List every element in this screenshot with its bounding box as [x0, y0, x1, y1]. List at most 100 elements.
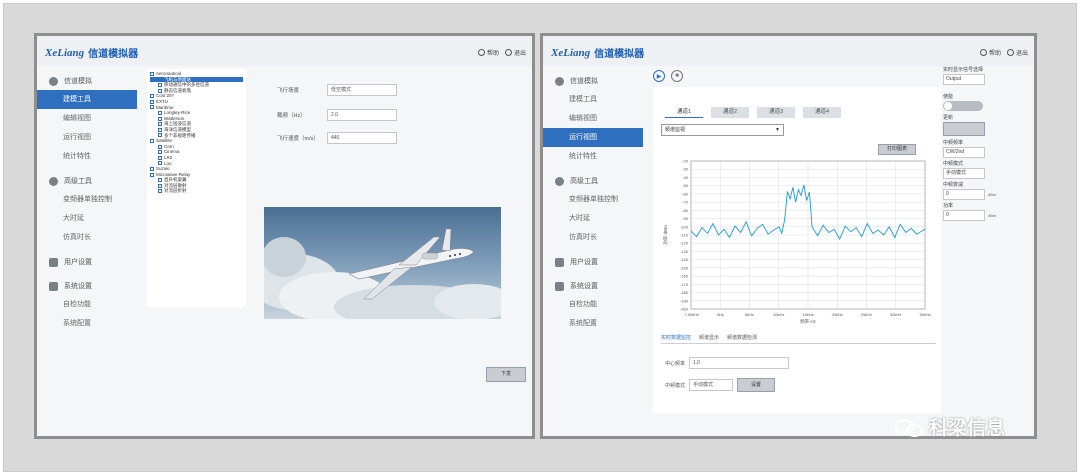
- file-icon: [158, 83, 162, 87]
- sidebar-item-edit-view[interactable]: 编辑视图: [37, 109, 137, 128]
- section-label: 信道模拟: [570, 78, 598, 85]
- monitor-icon: [49, 281, 58, 291]
- carrier-field[interactable]: 2.0: [327, 109, 397, 121]
- y-tick-label: -130: [680, 249, 689, 254]
- tab-channel-1[interactable]: 通道1: [665, 107, 703, 118]
- tree-node-label: 海洋信道模型: [164, 126, 191, 132]
- sidebar-item-run-view[interactable]: 运行视图: [543, 128, 643, 147]
- tree-node-label: 多个非视距传播: [164, 132, 196, 138]
- sidebar-item-converter[interactable]: 变频器单独控制: [37, 190, 137, 209]
- exit-label: 退出: [513, 51, 526, 57]
- tree-node-label: LR2: [164, 154, 173, 160]
- form-row-carrier: 载频（Hz） 2.0: [277, 109, 397, 121]
- tab-realtime-monitor[interactable]: 实时数据监控: [661, 334, 691, 341]
- file-icon: [158, 161, 162, 166]
- sidebar-item-sim-duration[interactable]: 仿真时长: [37, 228, 137, 247]
- folder-icon: [150, 138, 154, 143]
- sidebar-section-advanced[interactable]: 高级工具: [543, 172, 643, 190]
- sidebar-item-modeling[interactable]: 建模工具: [543, 90, 643, 109]
- if-atten-field[interactable]: 0: [943, 189, 985, 200]
- sidebar-item-modeling[interactable]: 建模工具: [37, 90, 137, 109]
- y-tick-label: -190: [680, 298, 689, 303]
- exit-link[interactable]: 退出: [504, 48, 526, 57]
- channel-model-tree[interactable]: Aeronautical 飞机与地面站 移动通信中的多径信道 静态信道衰落 Cost 2…: [147, 69, 246, 307]
- y-tick-label: -100: [680, 224, 689, 229]
- display-mode-select[interactable]: 频谱监视 ▼: [661, 124, 784, 136]
- tab-channel-4[interactable]: 通道4: [803, 107, 841, 118]
- bottom-tabs: 实时数据监控 频谱显示 频谱数据检测: [661, 334, 757, 341]
- y-tick-label: -20: [682, 159, 689, 164]
- tree-node-label: 移动通信中的多径信道: [164, 82, 209, 88]
- folder-icon: [150, 71, 154, 76]
- output-select[interactable]: Output: [943, 74, 985, 85]
- help-label: 帮助: [486, 51, 499, 57]
- sidebar-section-channel[interactable]: 信道模拟: [543, 72, 643, 90]
- sidebar-item-system-config[interactable]: 系统配置: [37, 314, 137, 333]
- sidebar-section-system[interactable]: 系统设置: [37, 277, 137, 295]
- mode-field[interactable]: 手动模式: [689, 379, 734, 391]
- tree-node-label: Watterson: [164, 115, 185, 121]
- help-link[interactable]: 帮助: [477, 48, 499, 57]
- sidebar: 信道模拟 建模工具 编辑视图 运行视图 统计特性 高级工具 变频器单独控制 大时…: [37, 66, 137, 436]
- tab-spectrum-display[interactable]: 频谱显示: [699, 334, 719, 341]
- if-mode-field[interactable]: 手动模式: [943, 168, 985, 179]
- sidebar-item-converter[interactable]: 变频器单独控制: [543, 190, 643, 209]
- sidebar-item-large-delay[interactable]: 大时延: [37, 209, 137, 228]
- sidebar-item-statistics[interactable]: 统计特性: [543, 147, 643, 166]
- tab-spectrum-detect[interactable]: 频谱数据检测: [727, 334, 757, 341]
- tree-node-label: 静态信道衰落: [164, 87, 191, 93]
- sidebar-section-channel[interactable]: 信道模拟: [37, 72, 137, 90]
- mode-label: 中频模式: [665, 382, 686, 389]
- section-label: 系统设置: [570, 283, 598, 290]
- sidebar-section-system[interactable]: 系统设置: [543, 277, 643, 295]
- right-settings-panel: 实时显示信号选择 Output 使能 更新 中频频率 CW/2nd 中频模式 手…: [943, 66, 1034, 223]
- tree-node-label: 飞机与地面站: [164, 76, 191, 82]
- y-tick-label: -90: [682, 216, 689, 221]
- file-icon: [158, 133, 162, 138]
- carrier-label: 载频（Hz）: [277, 113, 306, 119]
- aircraft-illustration: [264, 207, 501, 319]
- sidebar-item-self-test[interactable]: 自检功能: [543, 295, 643, 314]
- tree-node-label: 海上短波信道: [164, 121, 191, 127]
- scene-field[interactable]: 低空模式: [327, 84, 397, 96]
- sidebar-item-run-view[interactable]: 运行视图: [37, 128, 137, 147]
- y-axis-label: 功率 dBm: [662, 225, 669, 245]
- update-button[interactable]: [943, 122, 985, 136]
- sidebar-item-large-delay[interactable]: 大时延: [543, 209, 643, 228]
- speed-field[interactable]: 440: [327, 132, 397, 144]
- sidebar-item-edit-view[interactable]: 编辑视图: [543, 109, 643, 128]
- y-tick-label: -50: [682, 183, 689, 188]
- tab-channel-2[interactable]: 通道2: [711, 107, 749, 118]
- tree-node[interactable]: 对流层折射: [150, 188, 243, 194]
- tab-channel-3[interactable]: 通道3: [757, 107, 795, 118]
- sidebar-item-self-test[interactable]: 自检功能: [37, 295, 137, 314]
- top-bar: XeLiang 信道模拟器 帮助 退出: [37, 36, 532, 66]
- sidebar-section-advanced[interactable]: 高级工具: [37, 172, 137, 190]
- apply-button[interactable]: 下发: [486, 367, 526, 382]
- sidebar-section-user[interactable]: 用户设置: [37, 253, 137, 271]
- play-icon[interactable]: ▶: [653, 70, 665, 82]
- x-tick-label: 15kHz: [802, 312, 813, 317]
- if-freq-field[interactable]: CW/2nd: [943, 147, 985, 158]
- aircraft-image: [264, 207, 501, 319]
- modeling-content: Aeronautical 飞机与地面站 移动通信中的多径信道 静态信道衰落 Cost 2…: [137, 66, 532, 436]
- tree-node-label: MaritIme: [156, 104, 174, 110]
- sidebar-item-statistics[interactable]: 统计特性: [37, 147, 137, 166]
- enable-toggle[interactable]: [943, 101, 983, 111]
- center-freq-input[interactable]: 1.0: [689, 357, 790, 369]
- set-button[interactable]: 设置: [737, 378, 776, 392]
- field-label-2: 中频模式: [943, 161, 964, 167]
- sidebar-item-system-config[interactable]: 系统配置: [543, 314, 643, 333]
- folder-icon: [150, 105, 154, 110]
- tree-node-label: Microwave Relay: [156, 171, 191, 177]
- y-tick-label: -70: [682, 200, 689, 205]
- exit-link[interactable]: 退出: [1006, 48, 1028, 57]
- gear-icon: [555, 176, 564, 186]
- stop-icon[interactable]: ■: [671, 70, 683, 82]
- help-link[interactable]: 帮助: [979, 48, 1001, 57]
- power-field[interactable]: 0: [943, 210, 985, 221]
- section-label: 信道模拟: [64, 78, 92, 85]
- folder-icon: [150, 166, 154, 171]
- sidebar-section-user[interactable]: 用户设置: [543, 253, 643, 271]
- sidebar-item-sim-duration[interactable]: 仿真时长: [543, 228, 643, 247]
